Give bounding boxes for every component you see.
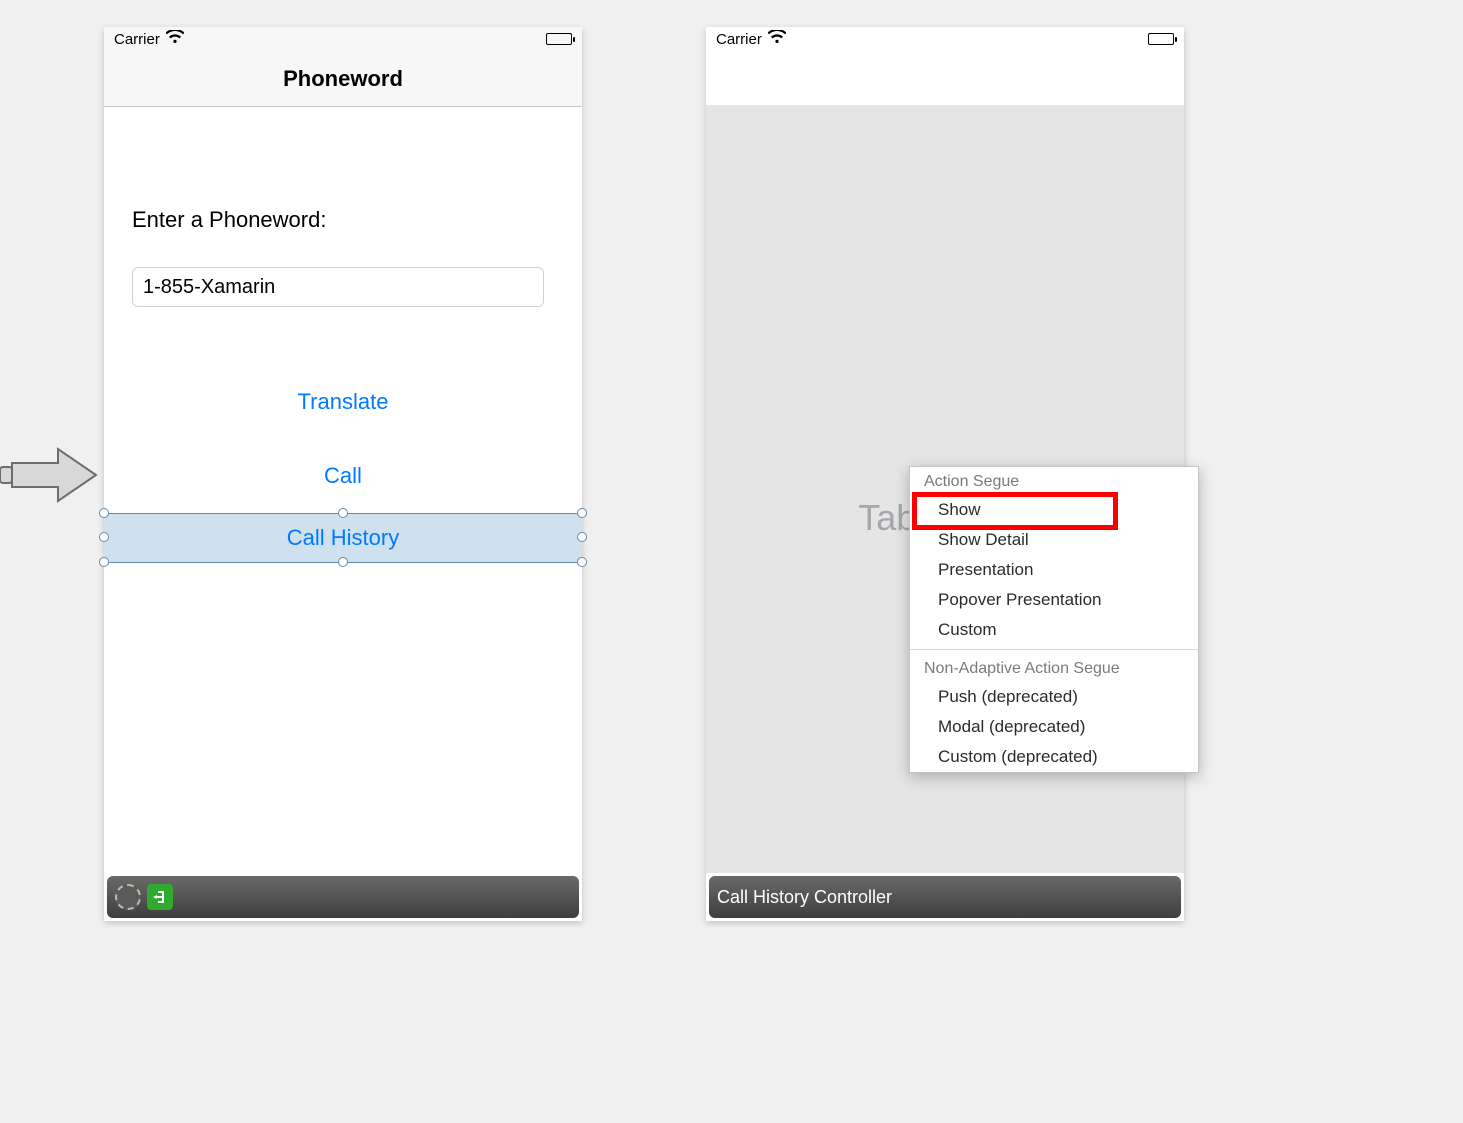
- phoneword-content: Enter a Phoneword: 1-855-Xamarin Transla…: [104, 107, 582, 873]
- call-button[interactable]: Call: [104, 463, 582, 489]
- phoneword-input[interactable]: 1-855-Xamarin: [132, 267, 544, 307]
- nav-bar-blank: [706, 51, 1184, 105]
- menu-divider: [910, 649, 1198, 650]
- view-controller-icon[interactable]: [115, 884, 141, 910]
- battery-icon: [546, 33, 572, 45]
- segue-item-custom-deprecated[interactable]: Custom (deprecated): [910, 742, 1198, 772]
- phoneword-input-value: 1-855-Xamarin: [143, 276, 275, 299]
- segue-item-show-detail[interactable]: Show Detail: [910, 525, 1198, 555]
- call-history-label: Call History: [287, 525, 399, 551]
- resize-handle[interactable]: [338, 557, 348, 567]
- segue-item-popover[interactable]: Popover Presentation: [910, 585, 1198, 615]
- resize-handle[interactable]: [99, 557, 109, 567]
- scene-dock-right[interactable]: Call History Controller: [709, 876, 1181, 918]
- resize-handle[interactable]: [99, 532, 109, 542]
- scene-dock-left[interactable]: [107, 876, 579, 918]
- enter-phoneword-label: Enter a Phoneword:: [132, 207, 326, 233]
- call-history-button[interactable]: Call History: [104, 513, 582, 563]
- segue-item-modal[interactable]: Modal (deprecated): [910, 712, 1198, 742]
- segue-item-show[interactable]: Show: [910, 495, 1198, 525]
- segue-item-custom[interactable]: Custom: [910, 615, 1198, 645]
- segue-item-presentation[interactable]: Presentation: [910, 555, 1198, 585]
- segue-item-push[interactable]: Push (deprecated): [910, 682, 1198, 712]
- segue-context-menu: Action Segue Show Show Detail Presentati…: [909, 466, 1199, 773]
- scene-name-label: Call History Controller: [717, 887, 892, 908]
- wifi-icon: [768, 30, 786, 48]
- resize-handle[interactable]: [577, 557, 587, 567]
- resize-handle[interactable]: [577, 508, 587, 518]
- battery-icon: [1148, 33, 1174, 45]
- wifi-icon: [166, 30, 184, 48]
- navigation-bar: Phoneword: [104, 51, 582, 107]
- nav-title: Phoneword: [283, 66, 403, 92]
- carrier-label: Carrier: [114, 31, 160, 48]
- storyboard-entry-arrow[interactable]: [0, 445, 98, 505]
- status-bar: Carrier: [104, 27, 582, 51]
- carrier-label: Carrier: [716, 31, 762, 48]
- translate-button[interactable]: Translate: [104, 389, 582, 415]
- exit-icon[interactable]: [147, 884, 173, 910]
- segue-section-header-2: Non-Adaptive Action Segue: [910, 654, 1198, 682]
- resize-handle[interactable]: [338, 508, 348, 518]
- segue-section-header: Action Segue: [910, 467, 1198, 495]
- phoneword-scene: Carrier Phoneword Enter a Phoneword: 1-8…: [104, 27, 582, 921]
- status-bar: Carrier: [706, 27, 1184, 51]
- resize-handle[interactable]: [577, 532, 587, 542]
- resize-handle[interactable]: [99, 508, 109, 518]
